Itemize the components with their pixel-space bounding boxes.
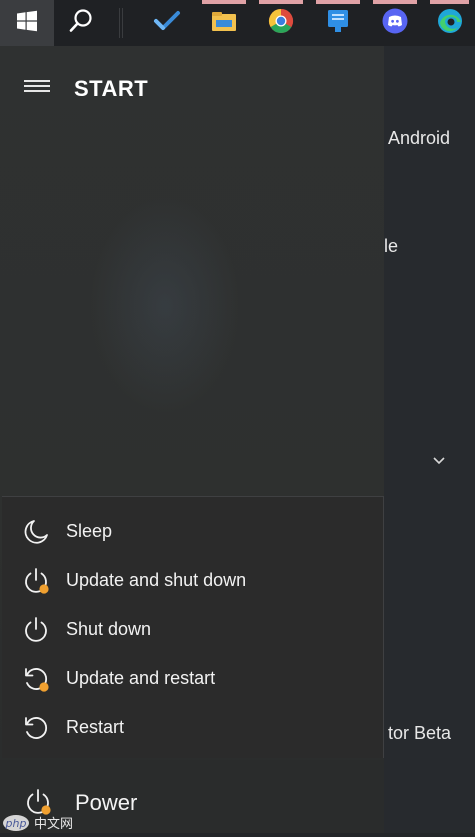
active-indicator [259, 0, 303, 4]
taskbar [0, 0, 475, 46]
menu-item-label: Update and shut down [66, 570, 247, 590]
discord-icon [382, 8, 408, 39]
taskbar-app-chrome[interactable] [253, 0, 309, 46]
menu-item-label: Update and restart [66, 668, 216, 688]
power-icon [22, 616, 50, 644]
watermark-logo: php 中文网 [2, 814, 92, 832]
background-text: Android [388, 128, 451, 148]
power-options-menu: Sleep Update and shut down Shut down Upd… [2, 496, 384, 758]
moon-icon [22, 518, 50, 546]
to-do-icon [153, 9, 181, 38]
active-indicator [373, 0, 417, 4]
update-and-restart-menu-item[interactable]: Update and restart [2, 654, 382, 703]
windows-logo-icon [16, 10, 38, 37]
menu-item-label: Sleep [66, 521, 113, 541]
background-text: tor Beta [388, 723, 452, 743]
active-indicator [202, 0, 246, 4]
shut-down-menu-item[interactable]: Shut down [2, 605, 382, 654]
active-indicator [430, 0, 469, 4]
power-label: Power [75, 790, 138, 815]
svg-text:php: php [5, 817, 27, 830]
sleep-menu-item[interactable]: Sleep [2, 507, 382, 556]
start-title: START [74, 76, 149, 101]
power-update-icon [24, 788, 52, 816]
desktop-background [384, 46, 475, 833]
menu-item-label: Restart [66, 717, 125, 737]
taskbar-app-todo[interactable] [139, 0, 195, 46]
edge-icon [437, 8, 463, 39]
chrome-icon [268, 8, 294, 39]
search-button[interactable] [54, 0, 108, 46]
taskbar-app-discord[interactable] [367, 0, 423, 46]
restart-update-icon [22, 665, 50, 693]
start-button[interactable] [0, 0, 54, 46]
restart-icon [22, 714, 50, 742]
background-blur [90, 196, 240, 416]
hamburger-icon[interactable] [24, 80, 50, 96]
search-icon [68, 8, 94, 39]
taskbar-app-edge[interactable] [424, 0, 475, 46]
svg-text:中文网: 中文网 [34, 817, 73, 832]
power-update-icon [22, 567, 50, 595]
taskbar-app-file-explorer[interactable] [196, 0, 252, 46]
background-text: le [384, 236, 399, 256]
menu-item-label: Shut down [66, 619, 152, 639]
update-and-shut-down-menu-item[interactable]: Update and shut down [2, 556, 382, 605]
active-indicator [316, 0, 360, 4]
chevron-down-icon[interactable] [432, 453, 446, 471]
app-icon [326, 8, 350, 39]
file-explorer-icon [211, 10, 237, 37]
restart-menu-item[interactable]: Restart [2, 703, 382, 752]
taskbar-separator [119, 8, 123, 38]
taskbar-app-generic[interactable] [310, 0, 366, 46]
